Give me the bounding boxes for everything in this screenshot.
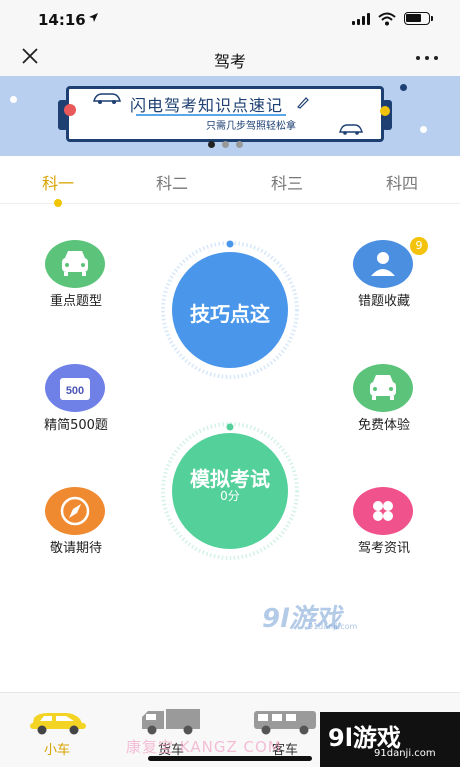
- feature-label: 免费体验: [357, 418, 410, 433]
- subject-tabs: 科一 科二 科三 科四: [0, 156, 460, 207]
- nav-label: 小车: [43, 743, 70, 758]
- tab-indicator: [54, 199, 62, 207]
- bottom-watermark: 康复宝 KANGZ COM: [126, 738, 282, 756]
- free-trial-button[interactable]: 免费体验: [332, 364, 442, 444]
- battery-icon: [404, 12, 433, 25]
- car-icon: [45, 240, 105, 288]
- car-icon: [30, 713, 86, 735]
- bus-icon: [254, 711, 316, 735]
- banner-subtitle: 只需几步驾照轻松拿: [206, 121, 296, 132]
- simplified-500-button[interactable]: 500 精简500题: [24, 364, 134, 444]
- car-icon: [92, 90, 122, 109]
- status-bar: 14:16: [0, 0, 460, 40]
- wifi-icon: [378, 11, 396, 26]
- status-time: 14:16: [38, 11, 86, 29]
- mock-exam-score: 0分: [220, 489, 240, 503]
- location-arrow-icon: [88, 12, 99, 26]
- car-icon: [338, 120, 364, 139]
- tab-subject-4[interactable]: 科四: [372, 170, 432, 194]
- key-questions-button[interactable]: 重点题型: [24, 240, 134, 320]
- feature-label: 精简500题: [44, 418, 108, 433]
- home-indicator: [148, 756, 312, 761]
- watermark-url: 91danji.com: [308, 622, 358, 631]
- tab-subject-3[interactable]: 科三: [257, 170, 317, 194]
- compass-icon: [45, 487, 105, 535]
- feature-label: 错题收藏: [357, 294, 410, 309]
- signal-icon: [352, 13, 372, 25]
- truck-icon: [142, 709, 200, 735]
- tab-subject-1[interactable]: 科一: [28, 170, 88, 194]
- user-icon: [353, 240, 413, 288]
- tab-subject-2[interactable]: 科二: [142, 170, 202, 194]
- news-icon: [353, 487, 413, 535]
- pen-icon: [296, 94, 310, 113]
- 500-badge-text: 500: [66, 385, 84, 397]
- banner-pagination: [208, 141, 252, 149]
- count-badge: 9: [410, 237, 428, 255]
- page-title: 驾考: [213, 52, 246, 71]
- mock-exam-button[interactable]: 模拟考试 0分: [160, 421, 300, 561]
- skills-label: 技巧点这: [190, 302, 270, 326]
- coming-soon-button[interactable]: 敬请期待: [24, 487, 134, 567]
- question-bank-icon: 500: [45, 364, 105, 412]
- more-icon[interactable]: [416, 56, 440, 62]
- skills-button[interactable]: 技巧点这: [160, 240, 300, 380]
- feature-label: 重点题型: [49, 294, 102, 309]
- feature-label: 敬请期待: [49, 541, 102, 556]
- exam-news-button[interactable]: 驾考资讯: [332, 487, 442, 567]
- banner-title: 闪电驾考知识点速记: [130, 96, 284, 115]
- car-icon: [353, 364, 413, 412]
- nav-bar: 驾考: [0, 40, 460, 76]
- site-logo-url: 91danji.com: [374, 748, 436, 759]
- nav-item-car[interactable]: 小车: [12, 693, 102, 763]
- feature-label: 驾考资讯: [357, 541, 410, 556]
